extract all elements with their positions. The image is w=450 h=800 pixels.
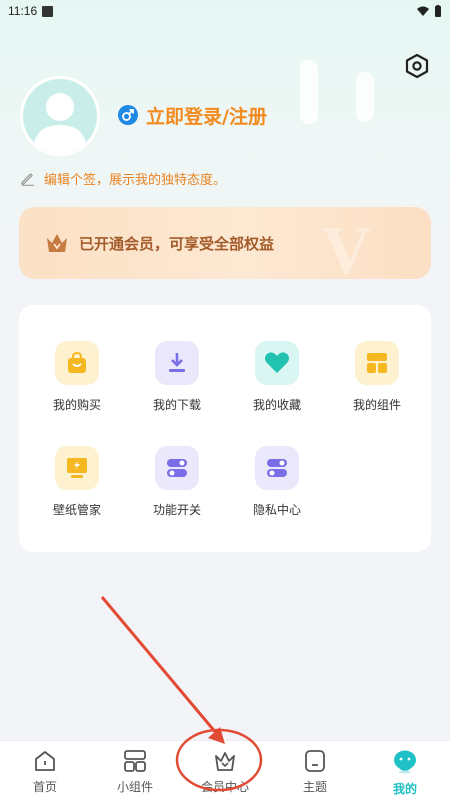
theme-icon	[305, 750, 325, 772]
nav-label: 我的	[392, 782, 417, 796]
feature-my-purchases[interactable]: 我的购买	[27, 341, 127, 421]
privacy-toggle-icon	[255, 446, 299, 490]
crown-icon	[215, 752, 235, 771]
notification-icon	[42, 5, 54, 17]
nav-mine[interactable]: 我的	[360, 741, 450, 800]
mascot-icon	[394, 750, 416, 774]
feature-label: 功能开关	[152, 503, 201, 517]
vip-banner-text: 已开通会员，可享受全部权益	[79, 234, 275, 253]
login-register-link[interactable]: 立即登录/注册	[146, 102, 267, 129]
nav-label: 首页	[32, 780, 57, 794]
widget-icon	[124, 750, 146, 772]
download-icon	[155, 341, 199, 385]
pencil-icon	[21, 173, 34, 186]
nav-theme[interactable]: 主题	[270, 741, 360, 800]
feature-label: 我的组件	[352, 398, 401, 412]
nav-label: 会员中心	[200, 780, 249, 794]
decoration-pill	[300, 60, 318, 124]
feature-label: 我的收藏	[252, 398, 301, 412]
default-avatar-icon	[33, 93, 87, 153]
status-time: 11:16	[8, 4, 38, 18]
nav-member-center[interactable]: 会员中心	[180, 741, 270, 800]
male-gender-icon	[118, 105, 138, 125]
home-icon	[35, 751, 55, 771]
vip-banner[interactable]: V 已开通会员，可享受全部权益	[19, 207, 431, 279]
toggle-icon	[155, 446, 199, 490]
battery-icon	[435, 5, 441, 17]
nav-widgets[interactable]: 小组件	[90, 741, 180, 800]
wifi-icon	[417, 6, 429, 16]
signature-text: 编辑个签，展示我的独特态度。	[44, 172, 227, 188]
annotation-arrow	[100, 596, 224, 741]
bottom-navigation: 首页 小组件 会员中心 主题 我的	[0, 740, 450, 800]
nav-label: 小组件	[116, 780, 153, 794]
feature-label: 我的购买	[52, 398, 101, 412]
feature-my-downloads[interactable]: 我的下载	[127, 341, 227, 421]
features-grid: 我的购买 我的下载 我的收藏 我的组件 壁纸管家 功能开关 隐私中心	[19, 305, 431, 552]
feature-function-switch[interactable]: 功能开关	[127, 446, 227, 526]
nav-home[interactable]: 首页	[0, 741, 90, 800]
feature-label: 我的下载	[152, 398, 201, 412]
vip-crown-icon	[47, 234, 67, 252]
vip-watermark: V	[321, 212, 371, 279]
feature-my-widgets[interactable]: 我的组件	[327, 341, 427, 421]
settings-hexagon-icon	[405, 53, 429, 79]
nav-label: 主题	[302, 780, 327, 794]
settings-button[interactable]	[403, 52, 431, 80]
decoration-pill	[356, 72, 374, 122]
feature-my-favorites[interactable]: 我的收藏	[227, 341, 327, 421]
wallpaper-monitor-icon	[55, 446, 99, 490]
widgets-icon	[355, 341, 399, 385]
edit-signature-row[interactable]: 编辑个签，展示我的独特态度。	[20, 168, 226, 188]
login-row[interactable]: 立即登录/注册	[118, 101, 267, 129]
shopping-bag-icon	[55, 341, 99, 385]
feature-wallpaper-manager[interactable]: 壁纸管家	[27, 446, 127, 526]
feature-label: 隐私中心	[252, 503, 301, 517]
avatar[interactable]	[20, 76, 100, 156]
status-bar: 11:16	[0, 0, 450, 22]
feature-label: 壁纸管家	[52, 503, 101, 517]
feature-privacy-center[interactable]: 隐私中心	[227, 446, 327, 526]
heart-icon	[255, 341, 299, 385]
